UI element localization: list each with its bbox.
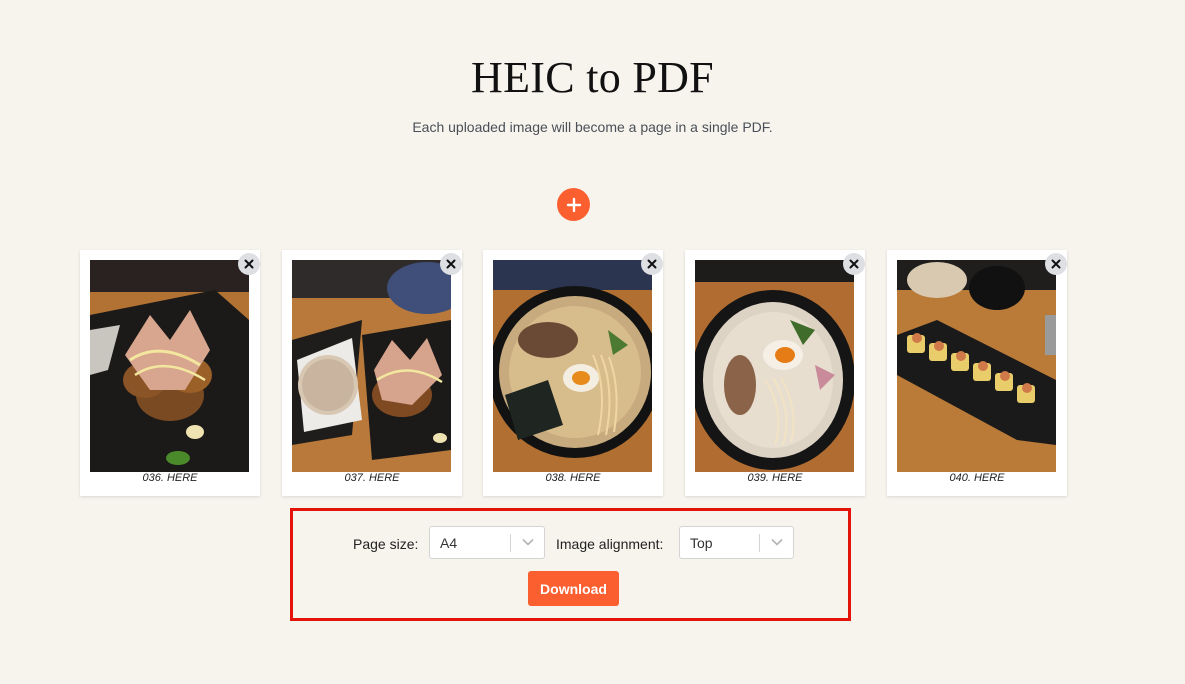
chevron-down-icon: [771, 538, 783, 546]
page-size-select[interactable]: A4: [429, 526, 545, 559]
close-icon: [849, 259, 859, 269]
close-icon: [446, 259, 456, 269]
image-card: 039. HERE: [685, 250, 865, 496]
page-title: HEIC to PDF: [471, 53, 714, 102]
remove-image-button[interactable]: [1045, 253, 1067, 275]
chevron-down-icon: [522, 538, 534, 546]
remove-image-button[interactable]: [641, 253, 663, 275]
image-caption: 040. HERE: [949, 472, 1005, 484]
add-images-button[interactable]: [557, 188, 590, 221]
image-caption: 036. HERE: [142, 472, 198, 484]
image-caption: 039. HERE: [747, 472, 803, 484]
image-caption: 038. HERE: [545, 472, 601, 484]
close-icon: [1051, 259, 1061, 269]
image-thumbnail: [695, 260, 854, 472]
plus-icon: [566, 197, 581, 212]
image-thumbnail: [493, 260, 652, 472]
image-card: 038. HERE: [483, 250, 663, 496]
page-subtitle: Each uploaded image will become a page i…: [412, 119, 773, 135]
close-icon: [244, 259, 254, 269]
image-alignment-select[interactable]: Top: [679, 526, 794, 559]
page-size-value: A4: [440, 535, 458, 551]
image-alignment-label: Image alignment:: [556, 536, 664, 552]
download-button[interactable]: Download: [528, 571, 619, 606]
select-divider: [510, 534, 511, 552]
image-thumbnail: [90, 260, 249, 472]
image-alignment-value: Top: [690, 535, 713, 551]
image-caption: 037. HERE: [344, 472, 400, 484]
remove-image-button[interactable]: [440, 253, 462, 275]
image-card: 040. HERE: [887, 250, 1067, 496]
image-card: 036. HERE: [80, 250, 260, 496]
image-list: 036. HERE 037. HERE 038. HERE 039. HERE …: [0, 250, 1185, 500]
remove-image-button[interactable]: [238, 253, 260, 275]
image-thumbnail: [897, 260, 1056, 472]
page-size-label: Page size:: [353, 536, 419, 552]
select-divider: [759, 534, 760, 552]
remove-image-button[interactable]: [843, 253, 865, 275]
image-thumbnail: [292, 260, 451, 472]
image-card: 037. HERE: [282, 250, 462, 496]
close-icon: [647, 259, 657, 269]
